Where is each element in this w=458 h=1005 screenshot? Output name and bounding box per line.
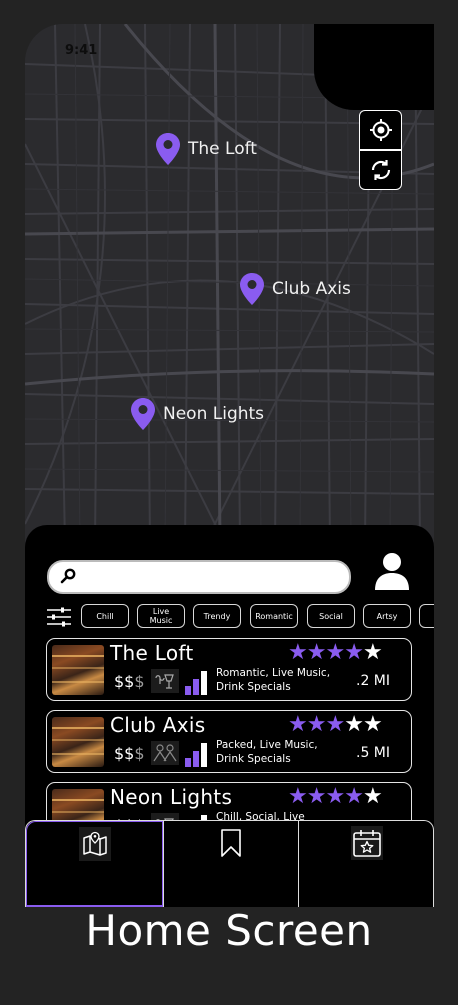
map-pin-club-axis[interactable]: Club Axis [240, 273, 351, 305]
phone-screen: 9:41 The Loft Club Axis Neon Lights Chil… [25, 24, 434, 907]
crowd-icon [153, 744, 177, 762]
screen-caption: Home Screen [85, 906, 373, 955]
drinks-icon [155, 674, 174, 689]
star-icon: ★ [288, 784, 308, 809]
amenity-badge [151, 669, 179, 693]
tab-saved[interactable] [164, 821, 298, 907]
refresh-icon [371, 160, 390, 180]
user-icon [375, 553, 409, 590]
venue-name: Club Axis [110, 713, 206, 737]
filter-chip[interactable]: Chill [81, 604, 129, 628]
star-icon: ★ [288, 712, 308, 737]
status-time: 9:41 [65, 43, 98, 58]
locate-button[interactable] [360, 111, 401, 149]
filter-chip[interactable]: Romantic [250, 604, 298, 628]
venue-card[interactable]: Club Axis ★★★★★ $$$ Packed, Live Music, Dri… [46, 710, 412, 773]
filter-chip[interactable]: Social [307, 604, 355, 628]
star-icon: ★ [344, 784, 364, 809]
amenity-badge [151, 741, 179, 765]
map-pin-neon-lights[interactable]: Neon Lights [131, 398, 264, 430]
map-pin-the-loft[interactable]: The Loft [156, 133, 257, 165]
tab-events[interactable] [299, 821, 434, 907]
filter-chip[interactable]: Live Music [137, 604, 185, 628]
map-controls [359, 110, 402, 190]
bottom-nav [25, 820, 434, 907]
venue-name: The Loft [110, 641, 194, 665]
venue-rating: ★★★★★ [288, 712, 383, 737]
star-icon: ★ [344, 712, 364, 737]
bookmark-icon [221, 829, 241, 857]
search-icon [60, 568, 76, 584]
star-icon: ★ [306, 784, 327, 809]
tab-map[interactable] [26, 821, 163, 907]
location-pin-icon [131, 398, 155, 430]
venue-tags: Packed, Live Music, Drink Specials [216, 739, 318, 765]
venue-photo [52, 645, 104, 695]
venue-tags: Romantic, Live Music, Drink Specials [216, 667, 331, 693]
star-icon: ★ [344, 640, 364, 665]
location-pin-icon [156, 133, 180, 165]
map-icon [82, 831, 107, 856]
notch [314, 24, 434, 110]
refresh-button[interactable] [360, 151, 401, 189]
filter-button[interactable] [47, 607, 71, 631]
pin-label: The Loft [188, 139, 257, 159]
pin-label: Neon Lights [163, 404, 265, 424]
star-icon: ★ [306, 640, 327, 665]
venue-rating: ★★★★★ [288, 640, 383, 665]
pin-label: Club Axis [272, 279, 351, 299]
filter-chip[interactable]: Trendy [193, 604, 241, 628]
star-icon: ★ [288, 640, 308, 665]
venue-card[interactable]: The Loft ★★★★★ $$$ Romantic, Live Music, Dr… [46, 638, 412, 701]
star-icon: ★ [362, 640, 383, 665]
venue-rating: ★★★★★ [288, 784, 383, 809]
venue-price: $$$ [114, 744, 145, 763]
filter-chip[interactable]: Artsy [363, 604, 411, 628]
sliders-icon [47, 607, 71, 627]
crosshair-icon [369, 119, 392, 141]
filter-chip[interactable] [419, 604, 434, 628]
star-icon: ★ [325, 784, 345, 809]
crowd-level-icon [185, 743, 207, 767]
star-icon: ★ [325, 712, 345, 737]
venue-distance: .2 MI [356, 673, 391, 689]
star-icon: ★ [325, 640, 345, 665]
star-icon: ★ [362, 712, 383, 737]
venue-price: $$$ [114, 672, 145, 691]
search-input[interactable] [47, 560, 351, 594]
crowd-level-icon [185, 671, 207, 695]
profile-button[interactable] [373, 552, 411, 596]
venue-distance: .5 MI [356, 745, 391, 761]
venue-name: Neon Lights [110, 785, 233, 809]
calendar-star-icon [352, 830, 381, 857]
location-pin-icon [240, 273, 264, 305]
star-icon: ★ [362, 784, 383, 809]
star-icon: ★ [306, 712, 327, 737]
venue-photo [52, 717, 104, 767]
